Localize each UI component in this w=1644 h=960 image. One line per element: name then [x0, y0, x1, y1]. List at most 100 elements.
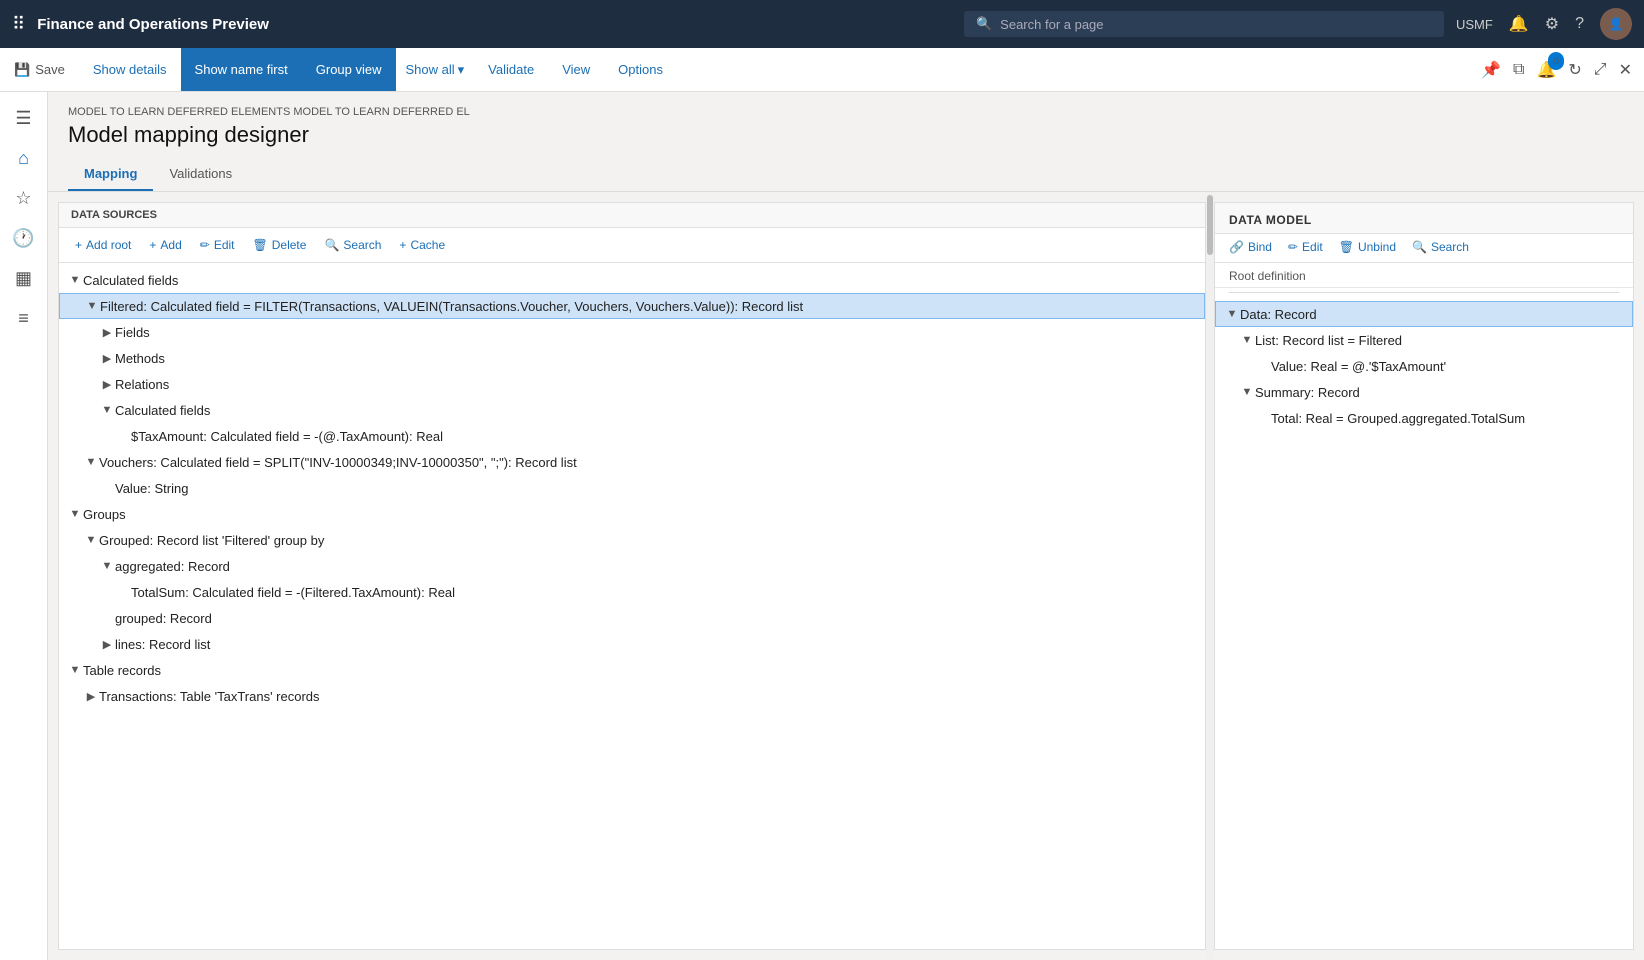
tree-toggle-icon[interactable]: ▶ — [83, 690, 99, 703]
edit-button[interactable]: ✏ Edit — [192, 234, 243, 256]
sidebar: ☰ ⌂ ☆ 🕐 ▦ ≡ — [0, 92, 48, 960]
close-icon[interactable]: ✕ — [1615, 56, 1636, 84]
tree-node[interactable]: grouped: Record — [59, 605, 1205, 631]
tree-node-text: TotalSum: Calculated field = -(Filtered.… — [131, 585, 1197, 600]
tree-toggle-icon[interactable]: ▼ — [1224, 308, 1240, 320]
tree-node[interactable]: ▼Data: Record — [1215, 301, 1633, 327]
sidebar-item-recent[interactable]: 🕐 — [6, 220, 42, 256]
save-button[interactable]: 💾 Save — [0, 48, 79, 91]
delete-button[interactable]: 🗑 Delete — [245, 234, 315, 256]
tree-node[interactable]: ▼Calculated fields — [59, 267, 1205, 293]
notification-badge-icon[interactable]: 🔔0 — [1532, 56, 1560, 84]
tree-node-text: Filtered: Calculated field = FILTER(Tran… — [100, 299, 1196, 314]
bell-icon[interactable]: 🔔 — [1509, 14, 1529, 34]
tree-toggle-icon[interactable]: ▼ — [84, 300, 100, 312]
tree-node[interactable]: ▶Methods — [59, 345, 1205, 371]
show-name-first-button[interactable]: Show name first — [181, 48, 302, 91]
search-button[interactable]: 🔍 Search — [316, 234, 389, 256]
tree-toggle-icon[interactable]: ▼ — [1239, 334, 1255, 346]
dm-search-button[interactable]: 🔍 Search — [1408, 238, 1473, 256]
sidebar-item-workspace[interactable]: ▦ — [6, 260, 42, 296]
left-panel-toolbar: + Add root + Add ✏ Edit 🗑 Delete — [59, 228, 1205, 263]
tree-toggle-icon[interactable]: ▼ — [99, 560, 115, 572]
tree-node-text: grouped: Record — [115, 611, 1197, 626]
scrollbar-thumb[interactable] — [1207, 195, 1213, 255]
unbind-button[interactable]: 🗑 Unbind — [1335, 238, 1400, 256]
pin-icon[interactable]: 📌 — [1477, 56, 1505, 84]
tree-node[interactable]: ▼aggregated: Record — [59, 553, 1205, 579]
tree-node[interactable]: Value: Real = @.'$TaxAmount' — [1215, 353, 1633, 379]
tree-node[interactable]: ▼Table records — [59, 657, 1205, 683]
cache-button[interactable]: + Cache — [391, 234, 453, 256]
show-details-button[interactable]: Show details — [79, 48, 181, 91]
tree-node-text: Total: Real = Grouped.aggregated.TotalSu… — [1271, 411, 1625, 426]
tree-node[interactable]: ▼Calculated fields — [59, 397, 1205, 423]
tree-node[interactable]: ▼Vouchers: Calculated field = SPLIT("INV… — [59, 449, 1205, 475]
tree-node-text: Transactions: Table 'TaxTrans' records — [99, 689, 1197, 704]
popout-icon[interactable]: ⧉ — [1509, 57, 1528, 83]
tree-node[interactable]: ▶Relations — [59, 371, 1205, 397]
tree-node-text: Methods — [115, 351, 1197, 366]
options-button[interactable]: Options — [604, 48, 677, 91]
breadcrumb: MODEL TO LEARN DEFERRED ELEMENTS MODEL T… — [68, 106, 1624, 118]
add-button[interactable]: + Add — [141, 234, 189, 256]
search-icon: 🔍 — [324, 238, 339, 252]
tree-node[interactable]: ▶Transactions: Table 'TaxTrans' records — [59, 683, 1205, 709]
apps-grid-icon[interactable]: ⠿ — [12, 14, 25, 35]
plus-icon: + — [149, 238, 156, 252]
tree-node-text: Relations — [115, 377, 1197, 392]
bind-button[interactable]: 🔗 Bind — [1225, 238, 1276, 256]
vertical-scrollbar[interactable] — [1206, 192, 1214, 960]
sidebar-item-home[interactable]: ⌂ — [6, 140, 42, 176]
tree-toggle-icon[interactable]: ▶ — [99, 352, 115, 365]
tree-node-text: Value: Real = @.'$TaxAmount' — [1271, 359, 1625, 374]
group-view-button[interactable]: Group view — [302, 48, 396, 91]
tree-node[interactable]: ▼Groups — [59, 501, 1205, 527]
tree-toggle-icon[interactable]: ▼ — [67, 274, 83, 286]
tree-node-text: lines: Record list — [115, 637, 1197, 652]
tree-node[interactable]: ▶Fields — [59, 319, 1205, 345]
tree-toggle-icon[interactable]: ▼ — [83, 534, 99, 546]
unbind-icon: 🗑 — [1339, 240, 1354, 254]
tree-node[interactable]: Value: String — [59, 475, 1205, 501]
tree-toggle-icon[interactable]: ▶ — [99, 638, 115, 651]
tree-node[interactable]: $TaxAmount: Calculated field = -(@.TaxAm… — [59, 423, 1205, 449]
bind-icon: 🔗 — [1229, 240, 1244, 254]
sidebar-item-favorites[interactable]: ☆ — [6, 180, 42, 216]
sidebar-item-list[interactable]: ≡ — [6, 300, 42, 336]
tree-toggle-icon[interactable]: ▼ — [83, 456, 99, 468]
tree-toggle-icon[interactable]: ▼ — [99, 404, 115, 416]
tree-toggle-icon[interactable]: ▶ — [99, 378, 115, 391]
tree-toggle-icon[interactable]: ▼ — [67, 508, 83, 520]
expand-icon[interactable]: ⤢ — [1590, 57, 1611, 83]
tree-node[interactable]: Total: Real = Grouped.aggregated.TotalSu… — [1215, 405, 1633, 431]
global-search-bar[interactable]: 🔍 Search for a page — [964, 11, 1444, 37]
tree-toggle-icon[interactable]: ▼ — [1239, 386, 1255, 398]
tree-node[interactable]: ▶lines: Record list — [59, 631, 1205, 657]
page-layout: ☰ ⌂ ☆ 🕐 ▦ ≡ MODEL TO LEARN DEFERRED ELEM… — [0, 92, 1644, 960]
tree-node[interactable]: ▼Grouped: Record list 'Filtered' group b… — [59, 527, 1205, 553]
add-root-button[interactable]: + Add root — [67, 234, 139, 256]
view-button[interactable]: View — [548, 48, 604, 91]
dm-edit-button[interactable]: ✏ Edit — [1284, 238, 1327, 256]
tree-node[interactable]: TotalSum: Calculated field = -(Filtered.… — [59, 579, 1205, 605]
settings-gear-icon[interactable]: ⚙ — [1545, 14, 1559, 34]
help-question-icon[interactable]: ? — [1575, 15, 1584, 33]
cache-plus-icon: + — [399, 238, 406, 252]
user-avatar[interactable]: 👤 — [1600, 8, 1632, 40]
tree-toggle-icon[interactable]: ▶ — [99, 326, 115, 339]
validate-button[interactable]: Validate — [474, 48, 548, 91]
tree-node-text: Calculated fields — [83, 273, 1197, 288]
tree-node-text: Table records — [83, 663, 1197, 678]
tree-node[interactable]: ▼List: Record list = Filtered — [1215, 327, 1633, 353]
show-all-button[interactable]: Show all ▾ — [396, 48, 475, 91]
tree-node[interactable]: ▼Filtered: Calculated field = FILTER(Tra… — [59, 293, 1205, 319]
tab-mapping[interactable]: Mapping — [68, 158, 153, 191]
datamodel-tree: ▼Data: Record▼List: Record list = Filter… — [1215, 297, 1633, 949]
tree-node[interactable]: ▼Summary: Record — [1215, 379, 1633, 405]
toolbar-right-icons: 📌 ⧉ 🔔0 ↻ ⤢ ✕ — [1469, 48, 1644, 91]
refresh-icon[interactable]: ↻ — [1564, 56, 1585, 84]
tree-toggle-icon[interactable]: ▼ — [67, 664, 83, 676]
tab-validations[interactable]: Validations — [153, 158, 248, 191]
sidebar-item-hamburger[interactable]: ☰ — [6, 100, 42, 136]
